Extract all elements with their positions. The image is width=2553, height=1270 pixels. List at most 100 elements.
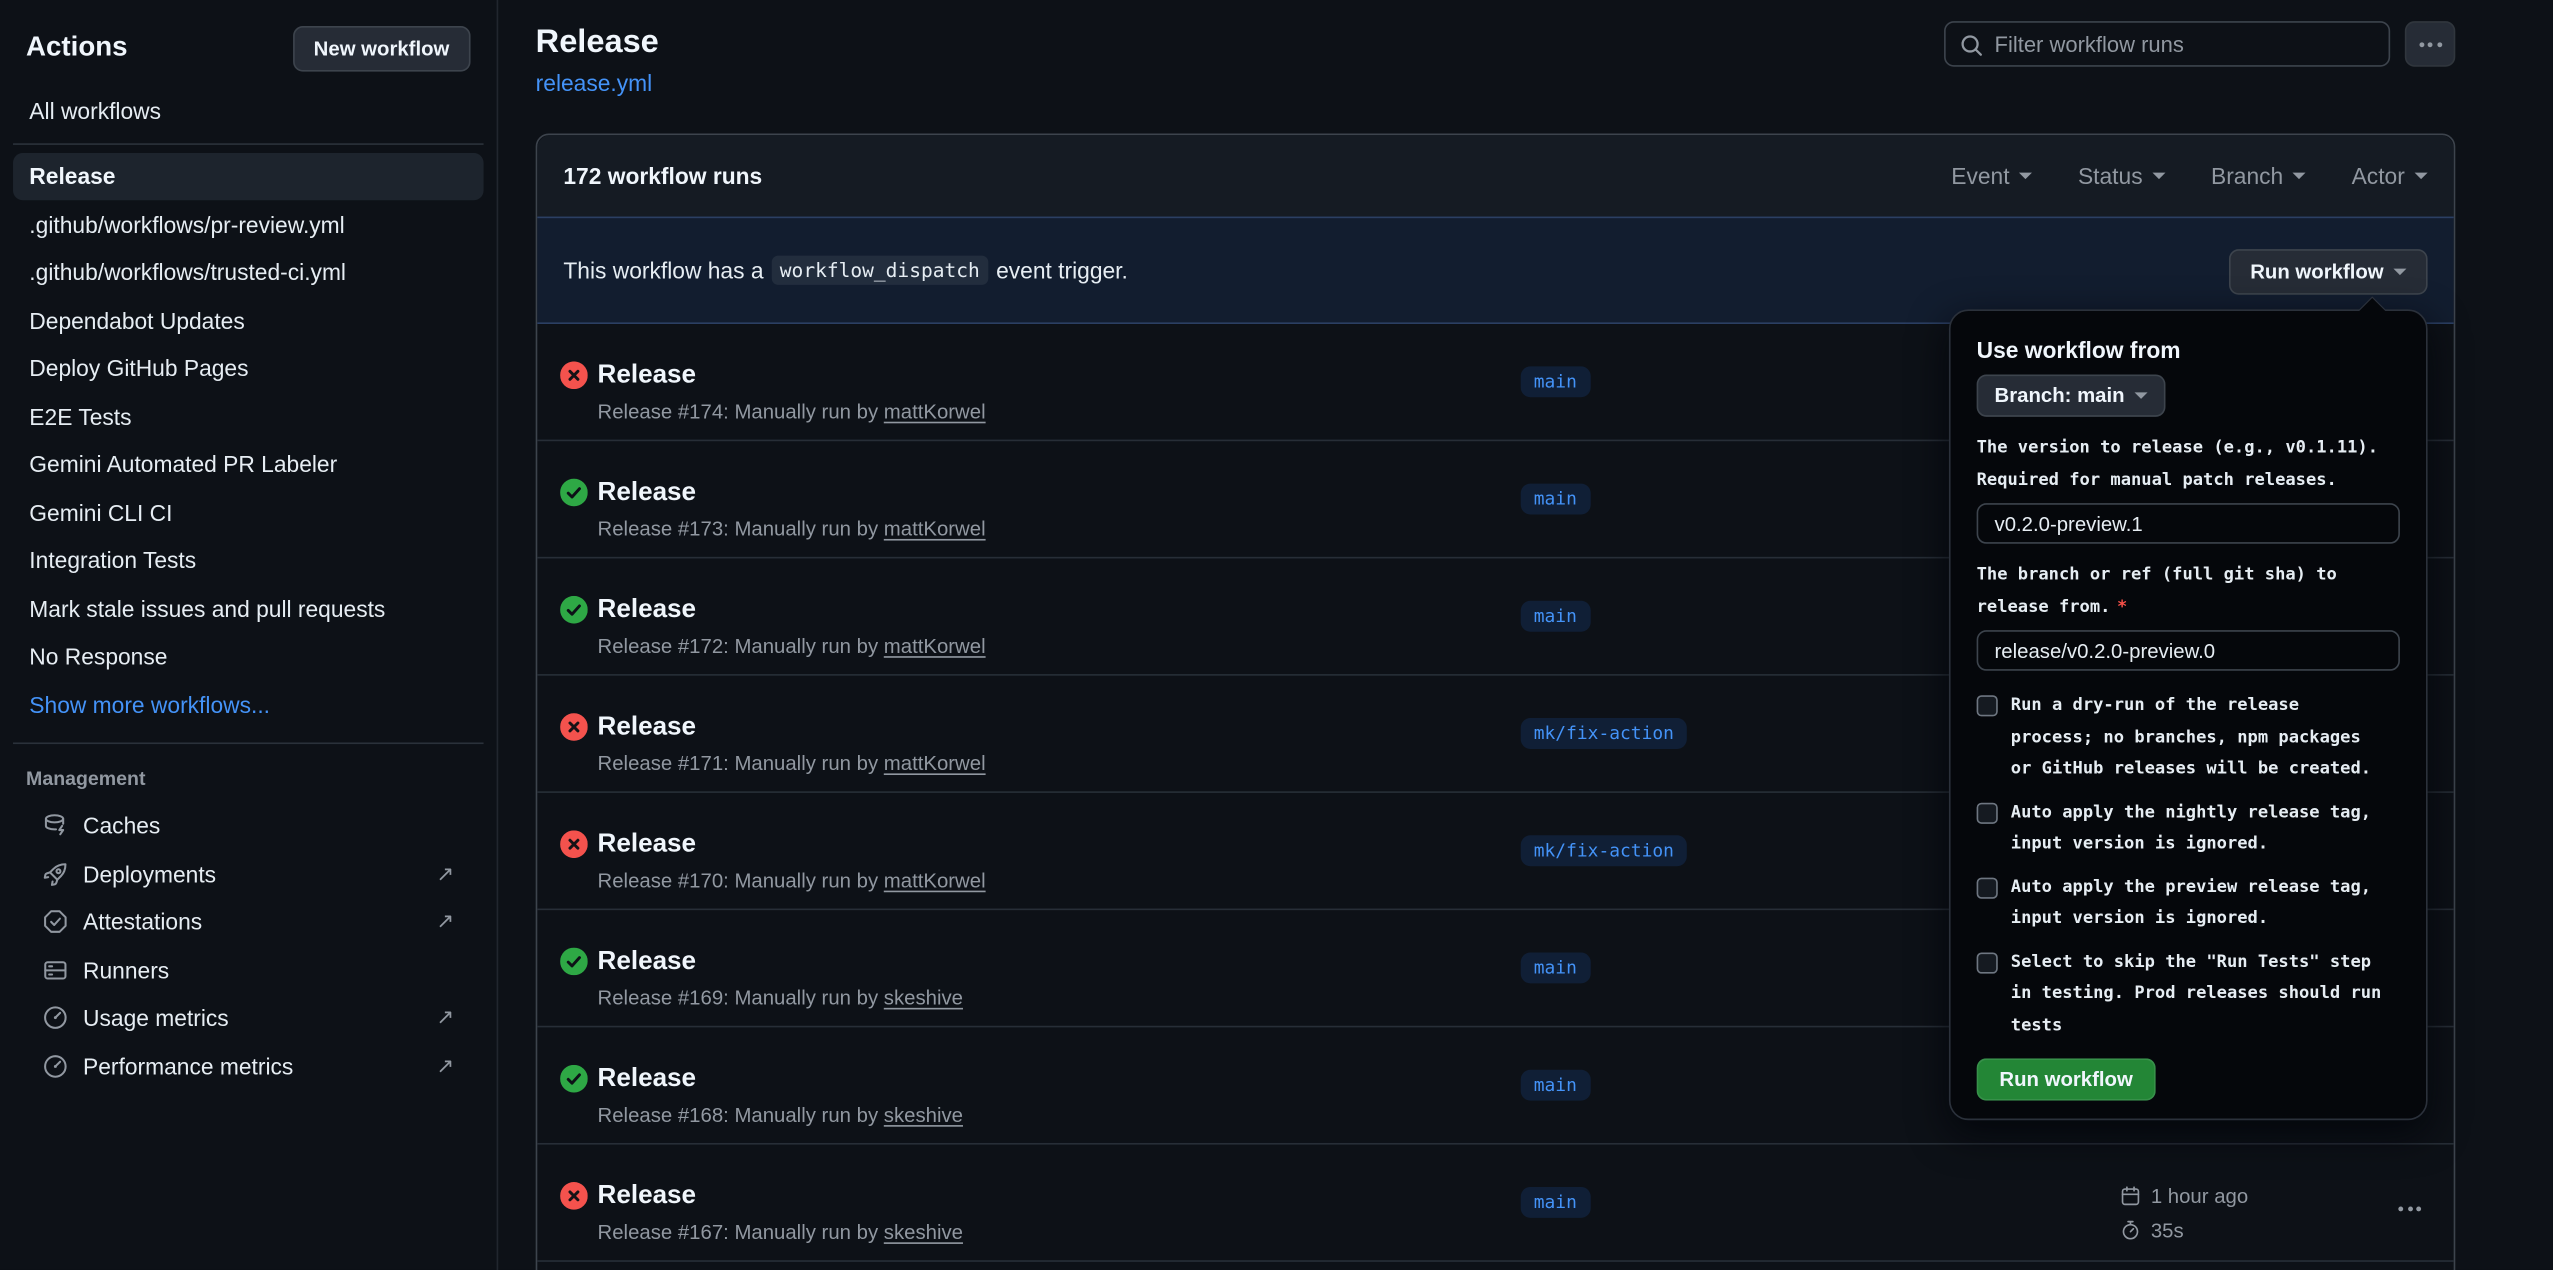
sidebar-item-label: Runners xyxy=(83,957,169,983)
sidebar-workflow-item[interactable]: .github/workflows/pr-review.yml xyxy=(13,200,484,248)
branch-label[interactable]: main xyxy=(1521,366,1590,397)
success-status-icon xyxy=(560,948,588,984)
runs-count: 172 workflow runs xyxy=(563,163,762,189)
filter-workflow-runs-input[interactable] xyxy=(1946,23,2389,65)
chevron-down-icon xyxy=(2152,173,2165,180)
new-workflow-button[interactable]: New workflow xyxy=(293,26,471,72)
runs-filters: Event Status Branch Actor xyxy=(1951,163,2427,189)
sidebar-item-label: Caches xyxy=(83,813,160,839)
run-title-link[interactable]: Release xyxy=(598,827,697,861)
checkbox[interactable] xyxy=(1977,877,1998,898)
run-title-link[interactable]: Release xyxy=(598,1062,697,1096)
sidebar-workflow-item[interactable]: Mark stale issues and pull requests xyxy=(13,585,484,633)
run-workflow-panel: Use workflow from Branch: main The versi… xyxy=(1949,309,2428,1120)
branch-label[interactable]: main xyxy=(1521,1070,1590,1101)
sidebar-workflow-item[interactable]: .github/workflows/trusted-ci.yml xyxy=(13,248,484,296)
runs-list-header: 172 workflow runs Event Status Branch Ac… xyxy=(537,135,2453,216)
branch-label[interactable]: mk/fix-action xyxy=(1521,718,1687,749)
branch-selector-button[interactable]: Branch: main xyxy=(1977,374,2166,416)
sidebar-divider xyxy=(13,742,484,744)
chevron-down-icon xyxy=(2134,392,2147,399)
checkbox-label: Auto apply the preview release tag, inpu… xyxy=(2011,872,2371,935)
chevron-down-icon xyxy=(2019,173,2032,180)
search-icon xyxy=(1959,33,1985,59)
show-more-workflows-link[interactable]: Show more workflows... xyxy=(13,681,484,729)
run-workflow-dropdown-button[interactable]: Run workflow xyxy=(2229,249,2428,295)
checkbox[interactable] xyxy=(1977,952,1998,973)
branch-label[interactable]: main xyxy=(1521,1187,1590,1218)
branch-label[interactable]: mk/fix-action xyxy=(1521,835,1687,866)
banner-text: event trigger. xyxy=(996,257,1128,283)
sidebar-workflow-item[interactable]: No Response xyxy=(13,633,484,681)
workflow-options-kebab-button[interactable] xyxy=(2405,21,2455,67)
sidebar-workflow-item[interactable]: E2E Tests xyxy=(13,392,484,440)
failure-status-icon xyxy=(560,713,588,749)
checkbox[interactable] xyxy=(1977,802,1998,823)
sidebar-item-label: Usage metrics xyxy=(83,1005,229,1031)
run-meta: 1 hour ago 35s xyxy=(2120,1184,2248,1252)
runs-filter-dropdown[interactable]: Status xyxy=(2078,163,2165,189)
sidebar-workflow-item[interactable]: Release xyxy=(13,152,484,200)
run-workflow-submit-button[interactable]: Run workflow xyxy=(1977,1058,2156,1100)
checkbox[interactable] xyxy=(1977,695,1998,716)
actions-page: Actions New workflow All workflows Relea… xyxy=(0,0,2553,1270)
sidebar: Actions New workflow All workflows Relea… xyxy=(0,0,498,1270)
actor-link[interactable]: skeshive xyxy=(884,987,963,1010)
sidebar-item-usage-metrics[interactable]: Usage metrics ↗ xyxy=(26,994,470,1042)
actor-link[interactable]: mattKorwel xyxy=(884,869,986,892)
sidebar-item-performance-metrics[interactable]: Performance metrics ↗ xyxy=(26,1042,470,1090)
sidebar-item-caches[interactable]: Caches xyxy=(26,802,470,850)
chevron-down-icon xyxy=(2415,173,2428,180)
actor-link[interactable]: mattKorwel xyxy=(884,635,986,658)
run-description: Release #172: Manually run by mattKorwel xyxy=(598,635,986,658)
actor-link[interactable]: mattKorwel xyxy=(884,518,986,541)
version-input[interactable] xyxy=(1977,503,2400,544)
ref-input[interactable] xyxy=(1977,630,2400,671)
actor-link[interactable]: skeshive xyxy=(884,1221,963,1244)
sidebar-workflow-item[interactable]: Gemini Automated PR Labeler xyxy=(13,440,484,488)
runs-filter-dropdown[interactable]: Event xyxy=(1951,163,2032,189)
actor-link[interactable]: skeshive xyxy=(884,1104,963,1127)
sidebar-item-runners[interactable]: Runners xyxy=(26,946,470,994)
checkbox-label: Auto apply the nightly release tag, inpu… xyxy=(2011,797,2371,860)
sidebar-item-attestations[interactable]: Attestations ↗ xyxy=(26,898,470,946)
workflow-run-row[interactable]: Release Release #167: Manually run by sk… xyxy=(537,1145,2453,1262)
checkbox-label: Select to skip the "Run Tests" step in t… xyxy=(2011,947,2382,1042)
branch-label[interactable]: main xyxy=(1521,601,1590,632)
run-description: Release #171: Manually run by mattKorwel xyxy=(598,752,986,775)
panel-checkboxes: Run a dry-run of the release process; no… xyxy=(1977,690,2400,1042)
actor-link[interactable]: mattKorwel xyxy=(884,401,986,424)
sidebar-item-all-workflows[interactable]: All workflows xyxy=(13,86,484,134)
run-title-link[interactable]: Release xyxy=(598,593,697,627)
branch-label[interactable]: main xyxy=(1521,484,1590,515)
run-description: Release #169: Manually run by skeshive xyxy=(598,987,963,1010)
run-title-link[interactable]: Release xyxy=(598,710,697,744)
rocket-icon xyxy=(42,861,68,887)
server-icon xyxy=(42,957,68,983)
ref-field-label: The branch or ref (full git sha) to rele… xyxy=(1977,560,2400,623)
success-status-icon xyxy=(560,479,588,515)
sidebar-workflow-item[interactable]: Dependabot Updates xyxy=(13,296,484,344)
success-status-icon xyxy=(560,596,588,632)
version-field-label: The version to release (e.g., v0.1.11). … xyxy=(1977,433,2400,496)
branch-label[interactable]: main xyxy=(1521,952,1590,983)
management-list: Caches Deployments ↗ Attestations ↗ xyxy=(13,802,484,1090)
run-title-link[interactable]: Release xyxy=(598,475,697,509)
sidebar-workflow-item[interactable]: Integration Tests xyxy=(13,536,484,584)
runs-filter-dropdown[interactable]: Actor xyxy=(2352,163,2428,189)
sidebar-item-deployments[interactable]: Deployments ↗ xyxy=(26,850,470,898)
sidebar-workflow-item[interactable]: Deploy GitHub Pages xyxy=(13,344,484,392)
sidebar-workflow-item[interactable]: Gemini CLI CI xyxy=(13,488,484,536)
run-title-link[interactable]: Release xyxy=(598,944,697,978)
banner-text: This workflow has a xyxy=(563,257,763,283)
workflow-file-link[interactable]: release.yml xyxy=(536,70,653,96)
actor-link[interactable]: mattKorwel xyxy=(884,752,986,775)
success-status-icon xyxy=(560,1065,588,1101)
sidebar-divider xyxy=(13,142,484,144)
run-title-link[interactable]: Release xyxy=(598,358,697,392)
external-link-icon: ↗ xyxy=(437,1053,455,1079)
run-options-kebab-button[interactable] xyxy=(2389,1193,2431,1222)
run-title-link[interactable]: Release xyxy=(598,1179,697,1213)
external-link-icon: ↗ xyxy=(437,1005,455,1031)
runs-filter-dropdown[interactable]: Branch xyxy=(2211,163,2306,189)
